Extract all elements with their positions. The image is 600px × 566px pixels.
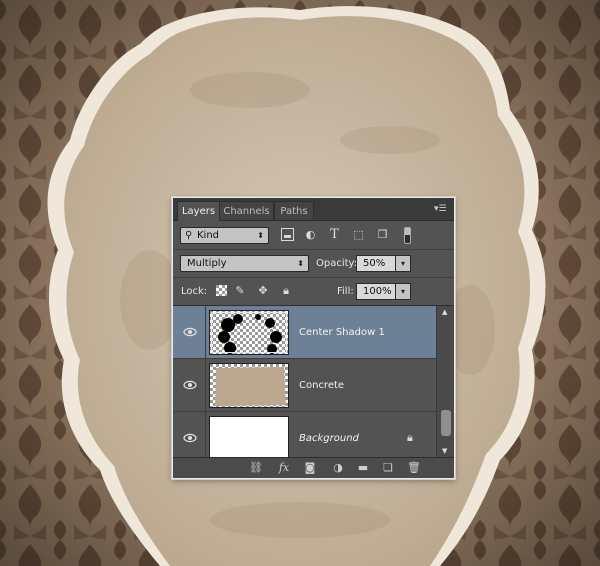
filter-kind-select[interactable]: ⚲ Kind ⬍	[180, 227, 269, 244]
layer-thumbnail	[209, 310, 289, 355]
eye-divider	[205, 359, 206, 411]
lock-row: Lock: ✎ ✥ 🔒︎ Fill: 100% ▾	[173, 278, 454, 306]
new-layer-icon[interactable]: ❏	[381, 461, 395, 475]
layers-footer-toolbar: ⛓ fx ◙ ◑ ▬ ❏ 🗑︎	[173, 457, 454, 478]
lock-image-pixels-brush-icon[interactable]: ✎	[234, 285, 246, 297]
updown-arrow-icon: ⬍	[297, 259, 304, 268]
scroll-up-arrow-icon[interactable]: ▲	[442, 308, 447, 316]
filter-row: ⚲ Kind ⬍ ◐ T ⬚ ❐	[173, 222, 454, 250]
fill-label: Fill:	[337, 286, 354, 297]
layer-name[interactable]: Center Shadow 1	[299, 326, 385, 339]
filter-kind-label: Kind	[197, 230, 220, 241]
blend-mode-label: Multiply	[187, 258, 227, 269]
image-filter-icon[interactable]	[281, 228, 294, 241]
updown-arrow-icon: ⬍	[257, 231, 264, 240]
smart-object-filter-icon[interactable]: ❐	[376, 228, 389, 241]
visibility-eye-icon[interactable]	[183, 378, 197, 392]
filter-toggle-switch[interactable]	[404, 227, 411, 244]
search-icon: ⚲	[185, 230, 193, 241]
new-group-folder-icon[interactable]: ▬	[356, 461, 370, 475]
opacity-input[interactable]: 50%	[356, 255, 396, 272]
layer-list: Center Shadow 1 Concrete Background 🔒︎	[173, 306, 436, 457]
type-filter-icon[interactable]: T	[328, 228, 341, 241]
layer-row-background[interactable]: Background 🔒︎	[173, 412, 436, 457]
layer-row-concrete[interactable]: Concrete	[173, 359, 436, 412]
blend-mode-select[interactable]: Multiply ⬍	[180, 255, 309, 272]
layers-panel: Layers Channels Paths ▾☰ ⚲ Kind ⬍ ◐ T ⬚ …	[172, 197, 455, 479]
tab-layers[interactable]: Layers	[177, 201, 220, 221]
shadow-thumbnail-art	[218, 314, 282, 354]
opacity-dropdown-button[interactable]: ▾	[395, 255, 411, 272]
panel-tab-bar: Layers Channels Paths ▾☰	[173, 198, 454, 221]
fx-layer-style-button[interactable]: fx	[275, 461, 293, 475]
panel-menu-icon[interactable]: ▾☰	[434, 204, 448, 214]
visibility-eye-icon[interactable]	[183, 431, 197, 445]
tab-paths[interactable]: Paths	[274, 201, 314, 220]
lock-position-move-icon[interactable]: ✥	[257, 285, 269, 297]
layer-name[interactable]: Background	[299, 432, 359, 445]
eye-divider	[205, 306, 206, 358]
add-mask-icon[interactable]: ◙	[303, 461, 317, 475]
blend-row: Multiply ⬍ Opacity: 50% ▾	[173, 250, 454, 278]
layer-row-center-shadow[interactable]: Center Shadow 1	[173, 306, 436, 359]
lock-label: Lock:	[181, 286, 208, 297]
lock-all-icon[interactable]: 🔒︎	[280, 285, 292, 297]
layer-lock-icon: 🔒︎	[407, 431, 413, 444]
fill-dropdown-button[interactable]: ▾	[395, 283, 411, 300]
tab-channels[interactable]: Channels	[219, 201, 274, 220]
layer-name[interactable]: Concrete	[299, 379, 344, 392]
opacity-label: Opacity:	[316, 258, 358, 269]
shape-filter-icon[interactable]: ⬚	[352, 228, 365, 241]
visibility-eye-icon[interactable]	[183, 325, 197, 339]
scrollbar-thumb[interactable]	[441, 410, 451, 436]
eye-divider	[205, 412, 206, 457]
concrete-thumbnail-art	[215, 367, 286, 406]
fill-input[interactable]: 100%	[356, 283, 396, 300]
link-layers-icon[interactable]: ⛓	[248, 461, 264, 475]
new-adjustment-layer-icon[interactable]: ◑	[330, 461, 346, 475]
layer-thumbnail	[209, 416, 289, 457]
lock-transparent-pixels-icon[interactable]	[216, 285, 227, 296]
delete-layer-trash-icon[interactable]: 🗑︎	[407, 461, 421, 475]
layer-list-scrollbar[interactable]: ▲ ▼	[436, 306, 454, 457]
adjustment-filter-icon[interactable]: ◐	[304, 228, 317, 241]
scroll-down-arrow-icon[interactable]: ▼	[442, 447, 447, 455]
layer-thumbnail	[209, 363, 289, 408]
